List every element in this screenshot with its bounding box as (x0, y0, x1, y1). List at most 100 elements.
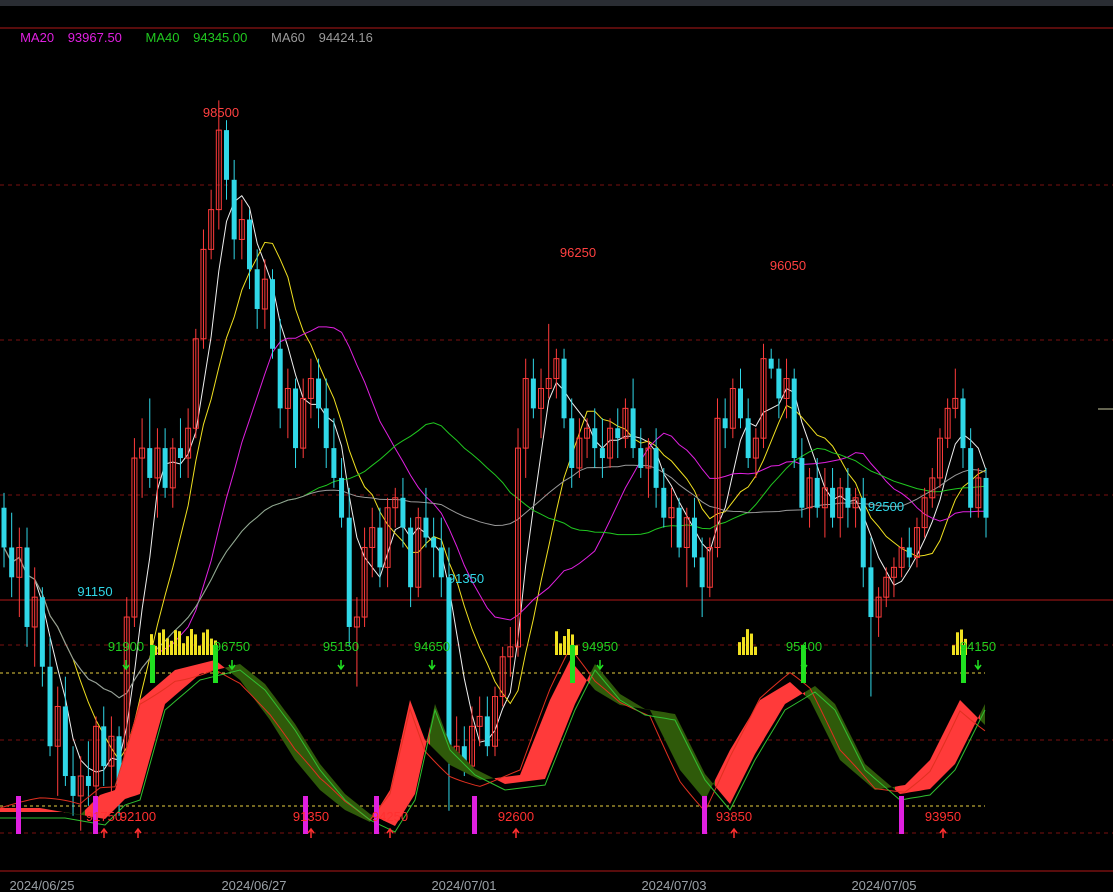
indicator-band-segment (60, 811, 65, 813)
indicator-band-segment (270, 690, 275, 728)
candle-body (776, 368, 782, 399)
candle-body (293, 388, 299, 449)
price-annotation-label: 91350 (448, 571, 484, 586)
candle-body (768, 358, 774, 369)
indicator-histogram-bar (567, 629, 570, 655)
candle-body (431, 537, 437, 548)
candle-body (346, 517, 352, 627)
down-arrow-icon (428, 660, 436, 671)
indicator-histogram-bar (750, 633, 753, 655)
indicator-histogram-bar (190, 629, 193, 655)
indicator-band-segment (895, 785, 900, 794)
candle-body (247, 219, 252, 270)
indicator-band-segment (280, 704, 285, 744)
indicator-histogram-bar (754, 646, 757, 655)
indicator-band-segment (550, 690, 555, 767)
candle-body (323, 408, 329, 449)
indicator-top-label: 94950 (582, 639, 618, 654)
candle-body (530, 378, 536, 409)
indicator-band-segment (900, 785, 905, 794)
candle-body (630, 408, 636, 449)
indicator-top-label: 95150 (323, 639, 359, 654)
indicator-band-segment (520, 762, 525, 783)
indicator-histogram-bar (178, 631, 181, 655)
indicator-band-segment (70, 812, 75, 815)
candle-body (860, 497, 866, 568)
moving-average-lines (3, 194, 987, 773)
indicator-band-segment (25, 808, 30, 812)
candle-body (377, 527, 383, 568)
candle-body (423, 517, 429, 538)
indicator-histogram-bar (202, 632, 205, 655)
indicator-band-segment (770, 691, 775, 729)
candle-body (845, 487, 851, 508)
indicator-band-segment (555, 680, 560, 754)
candle-body (745, 418, 751, 459)
indicator-band-segment (65, 812, 70, 814)
indicator-band-segment (955, 700, 960, 764)
indicator-band-segment (740, 725, 745, 784)
indicator-band-segment (530, 737, 535, 781)
sell-signal-bar (150, 645, 155, 683)
indicator-band-segment (790, 682, 795, 701)
candle-body (1, 507, 7, 548)
indicator-histogram-bar (166, 638, 169, 655)
indicator-histogram-bar (206, 629, 209, 655)
candle-body (615, 428, 621, 439)
indicator-bottom-label: 91750 (86, 809, 122, 824)
buy-signal-bar (16, 796, 21, 834)
indicator-band-segment (240, 664, 245, 687)
x-axis-date-label: 2024/06/27 (221, 878, 286, 892)
indicator-histogram-bar (559, 643, 562, 655)
candle-body (277, 348, 283, 409)
candle-body (699, 557, 705, 588)
chart-canvas[interactable]: 98500 96250 96050 91150 91350 92500 91900 9675… (0, 0, 1113, 892)
candle-body (270, 279, 276, 349)
indicator-band-segment (45, 808, 50, 812)
candle-body (316, 378, 322, 409)
candle-body (331, 448, 337, 478)
candle-body (830, 487, 836, 518)
indicator-histogram-bar (162, 629, 165, 655)
indicator-band-segment (870, 768, 875, 790)
indicator-band-segment (965, 705, 970, 744)
down-arrow-icon (337, 660, 345, 671)
indicator-band-segment (505, 776, 510, 784)
indicator-top-label: 91900 (108, 639, 144, 654)
indicator-band-segment (560, 670, 565, 742)
candle-body (446, 577, 452, 757)
candle-body (676, 507, 682, 548)
candle-body (408, 527, 414, 588)
up-arrow-icon (134, 827, 142, 838)
indicator-band-segment (310, 748, 315, 784)
indicator-band-segment (935, 740, 940, 784)
indicator-band-segment (940, 730, 945, 779)
indicator-histogram-bar (956, 632, 959, 655)
buy-signal-bar (472, 796, 477, 834)
indicator-band-segment (515, 775, 520, 783)
indicator-band-segment (795, 686, 800, 698)
indicator-band-segment (775, 688, 780, 721)
indicator-band-segment (660, 711, 665, 740)
price-annotation-label: 96050 (770, 258, 806, 273)
indicator-top-label: 94150 (960, 639, 996, 654)
indicator-band-segment (855, 744, 860, 778)
indicator-band-segment (960, 700, 965, 754)
indicator-bottom-label: 92600 (498, 809, 534, 824)
candle-body (722, 418, 728, 429)
price-annotation-label: 91150 (77, 584, 112, 599)
candle-body (9, 547, 15, 578)
indicator-band-segment (175, 668, 180, 696)
candle-body (906, 547, 912, 558)
indicator-band-segment (545, 700, 550, 779)
indicator-band-segment (600, 670, 605, 696)
ma5-line (3, 194, 987, 773)
indicator-band-segment (165, 674, 170, 704)
indicator-band-segment (785, 682, 790, 704)
indicator-histogram-bar (170, 640, 173, 655)
indicator-band-segment (645, 709, 650, 710)
indicator-histogram-bar (738, 642, 741, 655)
indicator-band-segment (440, 717, 445, 760)
indicator-band-segment (225, 666, 230, 672)
indicator-band-segment (475, 769, 480, 780)
